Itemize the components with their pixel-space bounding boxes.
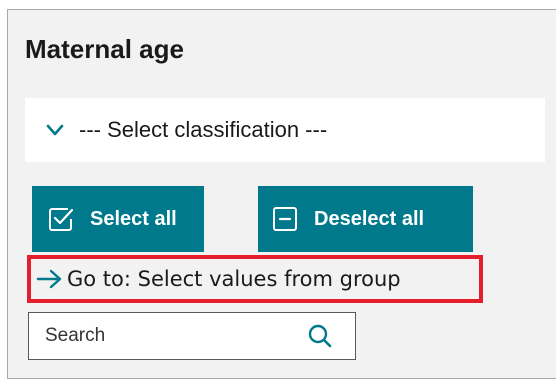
panel-title: Maternal age — [25, 34, 184, 64]
search-icon[interactable] — [307, 323, 333, 349]
goto-label: Go to: Select values from group — [67, 267, 401, 291]
arrow-right-icon — [35, 268, 65, 290]
select-all-button[interactable]: Select all — [32, 186, 204, 252]
checkbox-checked-icon — [48, 206, 74, 232]
deselect-all-button[interactable]: Deselect all — [258, 186, 473, 252]
classification-label: --- Select classification --- — [79, 117, 328, 142]
classification-dropdown[interactable]: --- Select classification --- — [25, 98, 545, 162]
select-all-label: Select all — [90, 207, 177, 230]
search-box — [28, 312, 356, 360]
deselect-all-label: Deselect all — [314, 207, 425, 230]
goto-select-values-link[interactable]: Go to: Select values from group — [27, 255, 483, 303]
checkbox-minus-icon — [272, 206, 298, 232]
chevron-down-icon — [45, 120, 65, 140]
search-input[interactable] — [29, 312, 307, 360]
